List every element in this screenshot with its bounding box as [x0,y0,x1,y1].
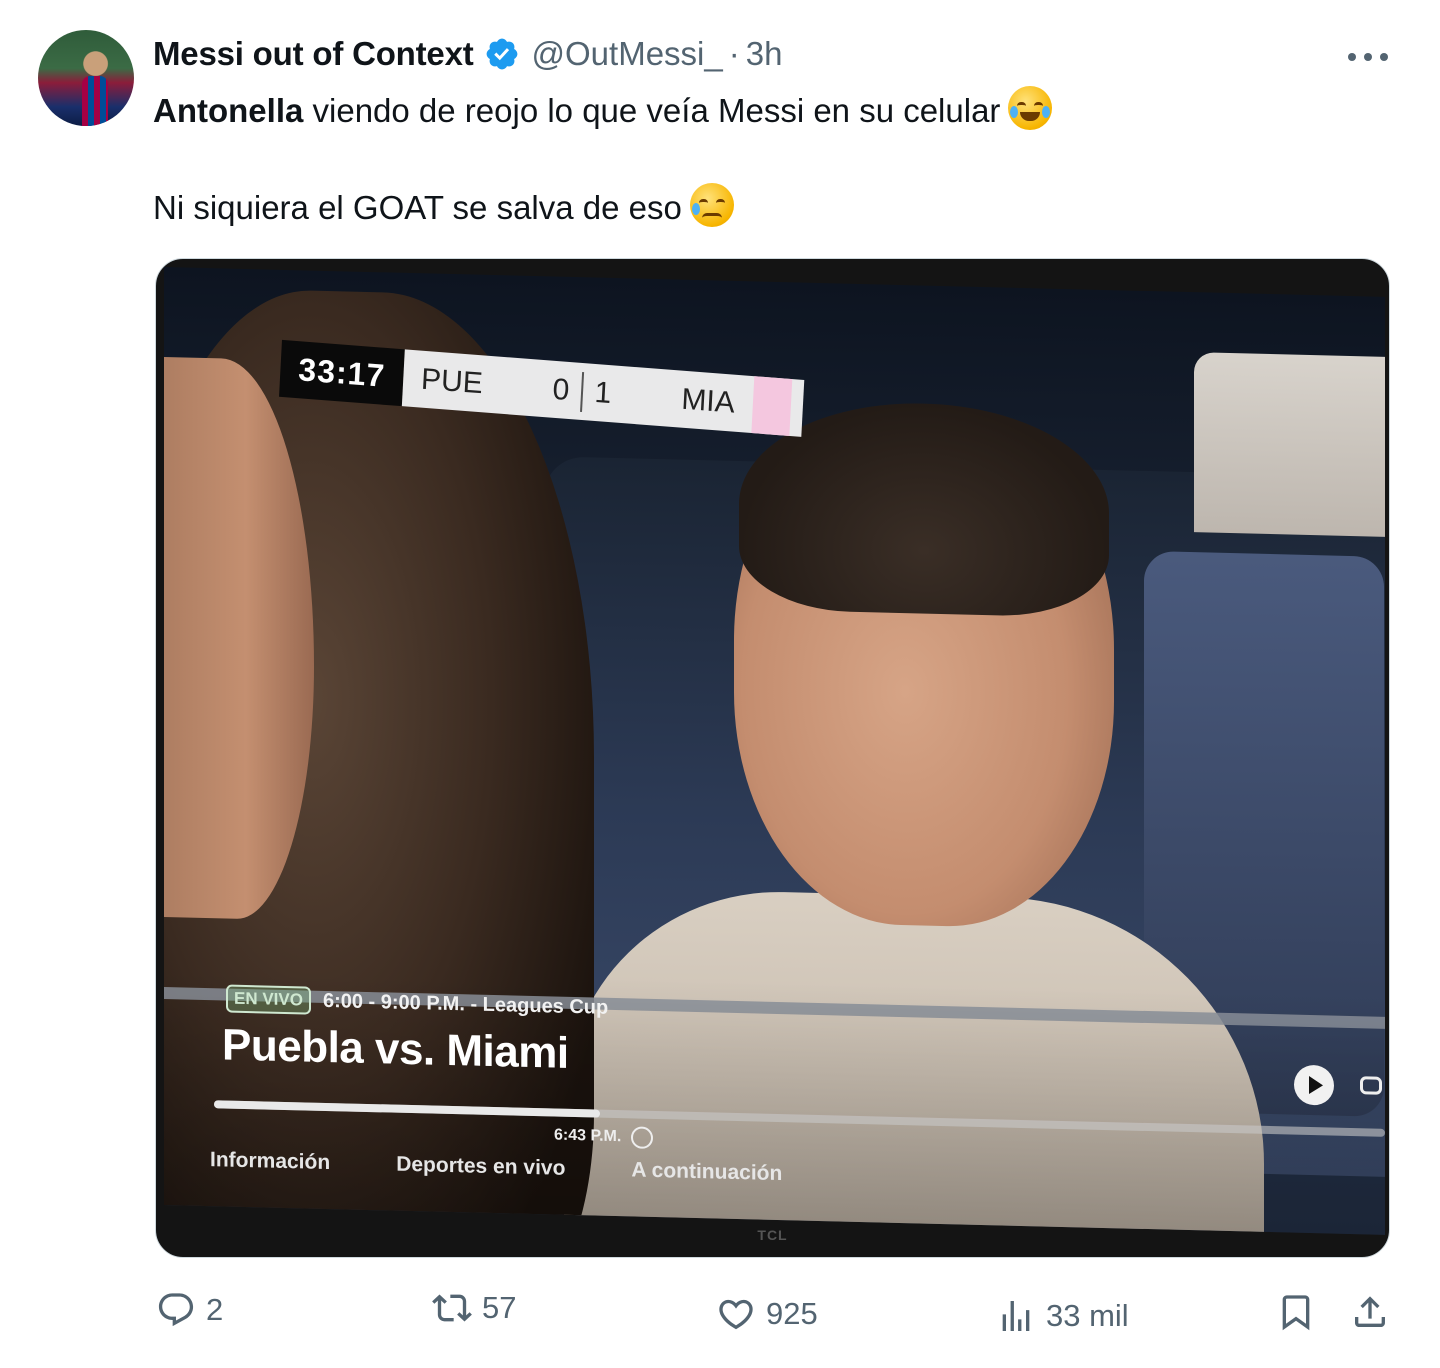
match-clock: 33:17 [279,339,405,407]
home-score: 0 [551,372,571,407]
tv-nav-item: Información [210,1148,331,1175]
play-icon [1294,1064,1334,1106]
like-count: 925 [766,1296,818,1331]
bookmark-button[interactable] [1276,1292,1316,1332]
program-title: Puebla vs. Miami [222,1020,569,1078]
tv-brand: TCL [757,1227,788,1243]
chat-icon [1360,1076,1382,1095]
views-count: 33 mil [1046,1298,1129,1333]
reply-button[interactable]: 2 [156,1290,223,1330]
pause-icon [631,1126,654,1149]
more-icon[interactable] [1348,42,1388,72]
schedule-text: 6:00 - 9:00 P.M. - Leagues Cup [322,989,609,1019]
rolling-on-floor-laughing-emoji [1008,86,1053,130]
current-time: 6:43 P.M. [554,1125,654,1149]
avatar[interactable] [38,30,134,126]
tweet-line-1: Antonella viendo de reojo lo que veía Me… [153,86,1053,135]
share-button[interactable] [1350,1292,1390,1332]
away-team: MIA [680,382,736,420]
views-icon [1002,1301,1030,1331]
mention-bold: Antonella [153,92,304,129]
reply-icon [158,1293,194,1327]
separator-dot: · [728,35,740,72]
away-score: 1 [593,375,613,410]
share-icon [1355,1296,1385,1327]
display-name[interactable]: Messi out of Context [153,35,474,73]
tweet-line-2-text: Ni siquiera el GOAT se salva de eso [153,189,682,226]
repost-count: 57 [482,1290,517,1325]
tweet[interactable]: Messi out of Context @OutMessi_ · 3h Ant… [0,0,1440,1368]
timestamp[interactable]: 3h [746,35,783,73]
sad-tear-emoji [689,183,734,227]
home-team: PUE [420,362,484,400]
tweet-line-2: Ni siquiera el GOAT se salva de eso [153,183,1052,232]
views-button[interactable]: 33 mil [996,1296,1129,1336]
tweet-header: Messi out of Context @OutMessi_ · 3h [153,34,782,74]
like-button[interactable]: 925 [716,1294,818,1334]
action-bar: 2 57 925 33 mil [0,1280,1440,1350]
repost-button[interactable]: 57 [432,1288,516,1328]
tweet-text: Antonella viendo de reojo lo que veía Me… [153,86,1053,232]
like-icon [719,1299,753,1330]
bookmark-icon [1282,1295,1310,1331]
handle[interactable]: @OutMessi_ [532,35,723,73]
media-photo[interactable]: 33:17 PUE 0 1 MIA EN VIVO 6:00 - 9:00 P.… [155,258,1390,1258]
tweet-line-1-text: viendo de reojo lo que veía Messi en su … [303,92,1001,129]
repost-icon [432,1294,472,1322]
tv-nav-item: Deportes en vivo [396,1152,566,1180]
live-badge: EN VIVO [226,984,311,1015]
reply-count: 2 [206,1292,224,1327]
verified-icon [486,38,517,70]
tv-nav-item: A continuación [631,1158,783,1186]
tv-screen: 33:17 PUE 0 1 MIA EN VIVO 6:00 - 9:00 P.… [164,267,1385,1235]
